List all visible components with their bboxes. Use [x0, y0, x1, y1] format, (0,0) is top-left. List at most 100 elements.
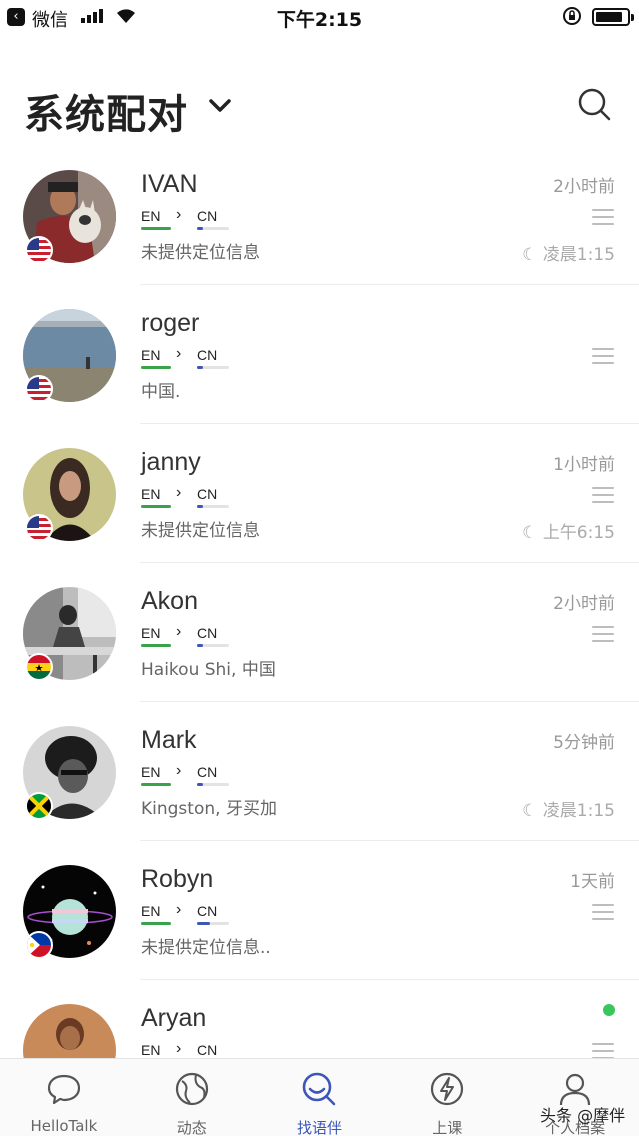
list-item[interactable]: janny EN › CN 未提供定位信息 1小时前 ☾ 上午6:15 [0, 424, 639, 563]
arrow-right-icon: › [176, 484, 182, 501]
learning-level-bar [197, 644, 203, 647]
us-flag-icon [25, 514, 53, 542]
rotation-lock-icon [563, 7, 581, 25]
user-location: Kingston, 牙买加 [141, 799, 277, 819]
user-name: Mark [141, 726, 197, 754]
us-flag-icon [25, 375, 53, 403]
search-icon[interactable] [576, 86, 612, 122]
arrow-right-icon: › [176, 762, 182, 779]
learning-language: CN [197, 764, 218, 780]
language-pair: EN › CN [141, 762, 251, 786]
user-location: 中国. [141, 382, 181, 402]
status-bar: ‹ 微信 下午2:15 [0, 0, 639, 34]
arrow-right-icon: › [176, 901, 182, 918]
language-pair: EN › CN [141, 901, 251, 925]
native-language: EN [141, 625, 161, 641]
user-location: 未提供定位信息 [141, 243, 260, 263]
online-indicator [603, 1004, 615, 1016]
menu-icon[interactable] [592, 1043, 614, 1059]
user-name: roger [141, 309, 200, 337]
local-time: ☾ 上午6:15 [522, 518, 615, 543]
local-time-value: 凌晨1:15 [542, 245, 615, 265]
language-pair: EN › CN [141, 206, 251, 230]
language-pair: EN › CN [141, 345, 251, 369]
native-language: EN [141, 1042, 161, 1058]
page-title[interactable]: 系统配对 [24, 82, 188, 140]
local-time-value: 凌晨1:15 [542, 801, 615, 821]
list-item[interactable]: roger EN › CN 中国. [0, 285, 639, 424]
tab-hellotalk[interactable]: HelloTalk [0, 1059, 128, 1136]
user-location: Haikou Shi, 中国 [141, 660, 276, 680]
native-language: EN [141, 486, 161, 502]
moon-icon: ☾ [522, 245, 543, 265]
user-name: Robyn [141, 865, 214, 893]
learning-language: CN [197, 347, 218, 363]
tab-classes[interactable]: 上课 [383, 1059, 511, 1136]
menu-icon[interactable] [592, 626, 614, 642]
local-time-value: 上午6:15 [542, 523, 615, 543]
chevron-down-icon[interactable] [208, 96, 232, 116]
tab-label: 动态 [176, 1119, 207, 1136]
menu-icon[interactable] [592, 487, 614, 503]
list-item[interactable]: Mark EN › CN Kingston, 牙买加 5分钟前 ☾ 凌晨1:15 [0, 702, 639, 841]
us-flag-icon [25, 236, 53, 264]
native-language: EN [141, 764, 161, 780]
list-item[interactable]: Robyn EN › CN 未提供定位信息.. 1天前 [0, 841, 639, 980]
menu-icon[interactable] [592, 348, 614, 364]
language-pair: EN › CN [141, 623, 251, 647]
learning-language: CN [197, 625, 218, 641]
learning-language: CN [197, 903, 218, 919]
learning-level-bar [197, 505, 203, 508]
last-active: 2小时前 [553, 177, 615, 197]
ghana-flag-icon [25, 653, 53, 681]
learning-language: CN [197, 1042, 218, 1058]
jamaica-flag-icon [25, 792, 53, 820]
tab-moments[interactable]: 动态 [128, 1059, 256, 1136]
moon-icon: ☾ [522, 523, 543, 543]
arrow-right-icon: › [176, 345, 182, 362]
native-level-bar [141, 783, 171, 786]
menu-icon[interactable] [592, 904, 614, 920]
search-partner-icon [303, 1072, 336, 1106]
tab-label: 上课 [432, 1119, 463, 1136]
menu-icon[interactable] [592, 209, 614, 225]
native-level-bar [141, 227, 171, 230]
arrow-right-icon: › [176, 206, 182, 223]
user-name: IVAN [141, 170, 198, 198]
native-level-bar [141, 366, 171, 369]
lightning-icon [431, 1072, 464, 1106]
last-active: 5分钟前 [553, 733, 615, 753]
user-location: 未提供定位信息 [141, 521, 260, 541]
native-level-bar [141, 644, 171, 647]
page-header: 系统配对 [0, 80, 639, 140]
user-name: Akon [141, 587, 198, 615]
native-language: EN [141, 347, 161, 363]
last-active: 1小时前 [553, 455, 615, 475]
battery-icon [592, 8, 634, 26]
native-language: EN [141, 208, 161, 224]
learning-level-bar [197, 227, 203, 230]
arrow-right-icon: › [176, 1040, 182, 1057]
last-active: 1天前 [570, 872, 615, 892]
watermark: 头条 @摩伴 [540, 1106, 626, 1125]
list-item[interactable]: Akon EN › CN Haikou Shi, 中国 2小时前 [0, 563, 639, 702]
user-location: 未提供定位信息.. [141, 938, 271, 958]
native-level-bar [141, 505, 171, 508]
native-language: EN [141, 903, 161, 919]
tab-label: 找语伴 [296, 1119, 342, 1136]
partner-list: IVAN EN › CN 未提供定位信息 2小时前 ☾ 凌晨1:15 roger… [0, 146, 639, 1119]
local-time: ☾ 凌晨1:15 [522, 796, 615, 821]
learning-language: CN [197, 486, 218, 502]
arrow-right-icon: › [176, 623, 182, 640]
list-item[interactable]: IVAN EN › CN 未提供定位信息 2小时前 ☾ 凌晨1:15 [0, 146, 639, 285]
native-level-bar [141, 922, 171, 925]
local-time: ☾ 凌晨1:15 [522, 240, 615, 265]
tab-find-partner[interactable]: 找语伴 [256, 1059, 384, 1136]
learning-level-bar [197, 922, 210, 925]
philippines-flag-icon [25, 931, 53, 959]
chat-bubble-icon [47, 1074, 80, 1105]
learning-level-bar [197, 366, 203, 369]
language-pair: EN › CN [141, 484, 251, 508]
moon-icon: ☾ [522, 801, 543, 821]
tab-label: HelloTalk [30, 1117, 98, 1135]
